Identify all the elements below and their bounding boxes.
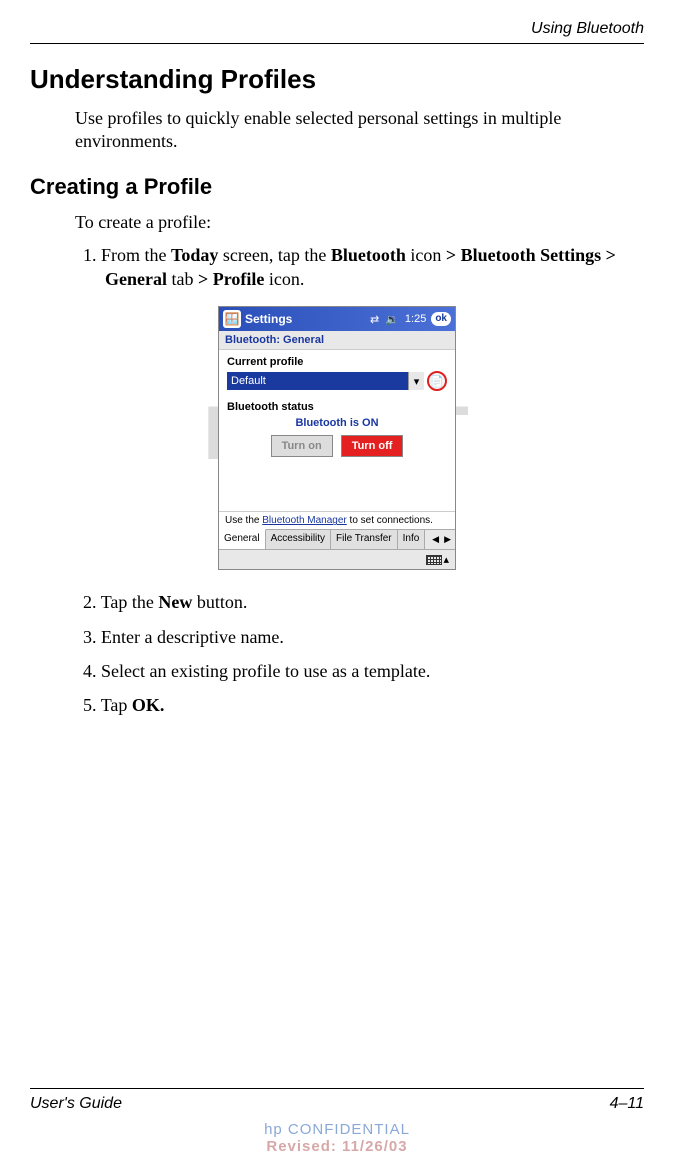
- device-screen: 🪟 Settings ⇄ 🔉 1:25 ok Bluetooth: Genera…: [218, 306, 456, 570]
- footer-left: User's Guide: [30, 1095, 122, 1113]
- step-2: 2. Tap the New button.: [105, 590, 644, 614]
- tab-accessibility[interactable]: Accessibility: [266, 530, 331, 549]
- ui-ref: Bluetooth Settings: [456, 245, 606, 265]
- arrow-right-icon[interactable]: ▶: [442, 534, 453, 545]
- step-text: Enter a descriptive name.: [101, 627, 284, 647]
- embedded-screenshot: 🪟 Settings ⇄ 🔉 1:25 ok Bluetooth: Genera…: [30, 306, 644, 570]
- window-title: Settings: [245, 312, 292, 326]
- step-number: 3.: [83, 627, 97, 647]
- title-bar: 🪟 Settings ⇄ 🔉 1:25 ok: [219, 307, 455, 331]
- step-text: Tap: [101, 695, 132, 715]
- page-subtitle: Bluetooth: General: [219, 331, 455, 350]
- tab-file-transfer[interactable]: File Transfer: [331, 530, 398, 549]
- ui-ref: Today: [171, 245, 218, 265]
- tab-general[interactable]: General: [219, 529, 266, 549]
- page-number: 4–11: [610, 1095, 644, 1113]
- ui-ref: Profile: [208, 269, 264, 289]
- step-1: 1. From the Today screen, tap the Blueto…: [105, 243, 644, 292]
- step-number: 4.: [83, 661, 97, 681]
- confidential-label: hp CONFIDENTIAL: [0, 1121, 674, 1138]
- ui-ref: New: [158, 592, 192, 612]
- confidential-block: hp CONFIDENTIAL Revised: 11/26/03: [0, 1121, 674, 1155]
- ui-ref: Bluetooth: [331, 245, 406, 265]
- ui-ref: OK.: [132, 695, 165, 715]
- start-icon[interactable]: 🪟: [223, 310, 241, 328]
- ok-button[interactable]: ok: [431, 312, 451, 326]
- hint-post: to set connections.: [347, 515, 433, 526]
- sip-bar: ▴: [219, 549, 455, 569]
- separator: >: [446, 245, 456, 265]
- arrow-left-icon[interactable]: ◀: [430, 534, 441, 545]
- profile-selected-value: Default: [231, 375, 266, 387]
- separator: >: [606, 245, 616, 265]
- step-text: screen, tap the: [218, 245, 330, 265]
- revision-date: Revised: 11/26/03: [0, 1138, 674, 1155]
- step-number: 5.: [83, 695, 97, 715]
- tab-bar: General Accessibility File Transfer Info…: [219, 529, 455, 549]
- ui-ref: General: [105, 269, 167, 289]
- step-text: button.: [192, 592, 247, 612]
- step-text: From the: [101, 245, 171, 265]
- footer-rule: [30, 1088, 644, 1089]
- tab-info[interactable]: Info: [398, 530, 426, 549]
- profile-icon-button[interactable]: 📄: [427, 371, 447, 391]
- page-footer: User's Guide 4–11: [30, 1088, 644, 1113]
- step-5: 5. Tap OK.: [105, 693, 644, 717]
- turn-on-button: Turn on: [271, 435, 333, 457]
- hint-pre: Use the: [225, 515, 262, 526]
- step-text: Tap the: [101, 592, 159, 612]
- intro-paragraph: Use profiles to quickly enable selected …: [75, 107, 644, 154]
- step-text: tab: [167, 269, 198, 289]
- clock: 1:25: [405, 313, 426, 325]
- step-number: 1.: [83, 245, 97, 265]
- separator: >: [198, 269, 208, 289]
- step-text: icon: [406, 245, 446, 265]
- chevron-down-icon[interactable]: ▾: [408, 372, 424, 390]
- profile-dropdown[interactable]: Default ▾: [227, 372, 424, 390]
- step-text: Select an existing profile to use as a t…: [101, 661, 430, 681]
- hint-text: Use the Bluetooth Manager to set connect…: [219, 511, 455, 529]
- step-text: icon.: [264, 269, 304, 289]
- status-value: Bluetooth is ON: [227, 417, 447, 429]
- running-header: Using Bluetooth: [0, 0, 674, 43]
- step-3: 3. Enter a descriptive name.: [105, 625, 644, 649]
- step-4: 4. Select an existing profile to use as …: [105, 659, 644, 683]
- step-number: 2.: [83, 592, 97, 612]
- device-body: Current profile Default ▾ 📄 Bluetooth st…: [219, 350, 455, 511]
- tab-scroll-arrows[interactable]: ◀ ▶: [428, 530, 455, 549]
- keyboard-icon[interactable]: ▴: [426, 553, 449, 566]
- volume-icon[interactable]: 🔉: [385, 313, 399, 326]
- connectivity-icon[interactable]: ⇄: [370, 313, 379, 326]
- bluetooth-manager-link[interactable]: Bluetooth Manager: [262, 515, 347, 526]
- page-content: Understanding Profiles Use profiles to q…: [0, 44, 674, 718]
- profile-label: Current profile: [227, 356, 447, 368]
- status-label: Bluetooth status: [227, 401, 447, 413]
- chevron-up-icon: ▴: [443, 553, 449, 566]
- turn-off-button[interactable]: Turn off: [341, 435, 404, 457]
- section-heading: Understanding Profiles: [30, 64, 644, 95]
- lead-paragraph: To create a profile:: [75, 212, 644, 233]
- subsection-heading: Creating a Profile: [30, 174, 644, 200]
